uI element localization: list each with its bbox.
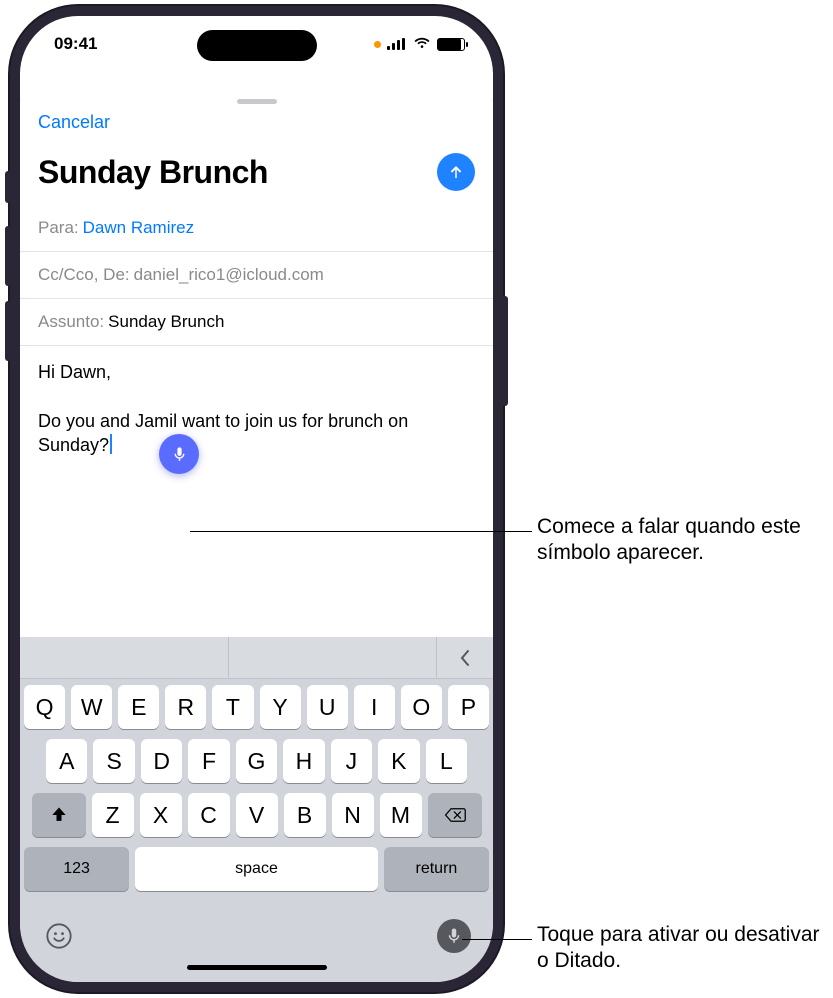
- key-u[interactable]: U: [307, 685, 348, 729]
- key-q[interactable]: Q: [24, 685, 65, 729]
- cc-field[interactable]: Cc/Cco, De: daniel_rico1@icloud.com: [20, 252, 493, 299]
- subject-label: Assunto:: [38, 312, 104, 332]
- suggestion-collapse[interactable]: [437, 637, 493, 678]
- cell-signal-icon: [387, 38, 407, 50]
- callout-leader-line: [462, 939, 532, 940]
- compose-sheet: Cancelar Sunday Brunch Para: Dawn Ramire…: [20, 92, 493, 637]
- key-b[interactable]: B: [284, 793, 326, 837]
- clock: 09:41: [54, 34, 97, 54]
- home-indicator[interactable]: [187, 965, 327, 970]
- key-c[interactable]: C: [188, 793, 230, 837]
- volume-down-button: [5, 301, 11, 361]
- key-i[interactable]: I: [354, 685, 395, 729]
- keyboard-row: 123 space return: [24, 847, 489, 891]
- key-a[interactable]: A: [46, 739, 87, 783]
- key-t[interactable]: T: [212, 685, 253, 729]
- callout-dictation-button: Toque para ativar ou desativar o Ditado.: [537, 922, 827, 975]
- key-p[interactable]: P: [448, 685, 489, 729]
- microphone-icon: [171, 446, 188, 463]
- body-text: Do you and Jamil want to join us for bru…: [38, 411, 408, 455]
- arrow-up-icon: [447, 163, 465, 181]
- key-s[interactable]: S: [93, 739, 134, 783]
- key-d[interactable]: D: [141, 739, 182, 783]
- key-v[interactable]: V: [236, 793, 278, 837]
- dictation-button[interactable]: [437, 919, 471, 953]
- key-e[interactable]: E: [118, 685, 159, 729]
- volume-up-button: [5, 226, 11, 286]
- key-y[interactable]: Y: [260, 685, 301, 729]
- sheet-grabber[interactable]: [237, 99, 277, 104]
- numeric-key[interactable]: 123: [24, 847, 129, 891]
- microphone-icon: [445, 927, 463, 945]
- callout-leader-line: [190, 531, 532, 532]
- key-l[interactable]: L: [426, 739, 467, 783]
- key-k[interactable]: K: [378, 739, 419, 783]
- key-x[interactable]: X: [140, 793, 182, 837]
- body-textarea[interactable]: Hi Dawn, Do you and Jamil want to join u…: [20, 346, 493, 526]
- cc-label: Cc/Cco, De:: [38, 265, 130, 285]
- subject-field[interactable]: Assunto: Sunday Brunch: [20, 299, 493, 346]
- keyboard-row: Z X C V B N M: [24, 793, 489, 837]
- wifi-icon: [413, 34, 431, 54]
- to-value: Dawn Ramirez: [83, 218, 194, 238]
- shift-icon: [49, 805, 69, 825]
- suggestion-slot[interactable]: [20, 637, 229, 678]
- silent-switch: [5, 171, 11, 203]
- dictation-indicator[interactable]: [159, 434, 199, 474]
- suggestion-slot[interactable]: [229, 637, 438, 678]
- backspace-key[interactable]: [428, 793, 482, 837]
- key-g[interactable]: G: [236, 739, 277, 783]
- callout-dictation-indicator: Comece a falar quando este símbolo apare…: [537, 514, 827, 567]
- power-button: [502, 296, 508, 406]
- phone-frame: 09:41 Cancelar Sunday Brunch: [10, 6, 503, 992]
- send-button[interactable]: [437, 153, 475, 191]
- key-o[interactable]: O: [401, 685, 442, 729]
- emoji-icon: [45, 922, 73, 950]
- key-w[interactable]: W: [71, 685, 112, 729]
- keyboard: Q W E R T Y U I O P A S D: [20, 637, 493, 982]
- return-key[interactable]: return: [384, 847, 489, 891]
- dynamic-island: [197, 30, 317, 61]
- suggestion-bar: [20, 637, 493, 679]
- body-greeting: Hi Dawn,: [38, 360, 475, 384]
- cancel-button[interactable]: Cancelar: [20, 108, 493, 143]
- chevron-left-icon: [458, 648, 472, 668]
- key-f[interactable]: F: [188, 739, 229, 783]
- key-j[interactable]: J: [331, 739, 372, 783]
- keyboard-row: A S D F G H J K L: [24, 739, 489, 783]
- subject-value: Sunday Brunch: [108, 312, 224, 332]
- key-z[interactable]: Z: [92, 793, 134, 837]
- cc-value: daniel_rico1@icloud.com: [134, 265, 324, 285]
- emoji-button[interactable]: [42, 919, 76, 953]
- mic-in-use-dot: [374, 41, 381, 48]
- keyboard-row: Q W E R T Y U I O P: [24, 685, 489, 729]
- key-m[interactable]: M: [380, 793, 422, 837]
- key-n[interactable]: N: [332, 793, 374, 837]
- compose-title: Sunday Brunch: [38, 154, 268, 191]
- key-h[interactable]: H: [283, 739, 324, 783]
- to-label: Para:: [38, 218, 79, 238]
- shift-key[interactable]: [32, 793, 86, 837]
- key-r[interactable]: R: [165, 685, 206, 729]
- battery-icon: [437, 38, 465, 51]
- backspace-icon: [444, 807, 466, 823]
- text-cursor: [110, 434, 112, 454]
- space-key[interactable]: space: [135, 847, 378, 891]
- to-field[interactable]: Para: Dawn Ramirez: [20, 205, 493, 252]
